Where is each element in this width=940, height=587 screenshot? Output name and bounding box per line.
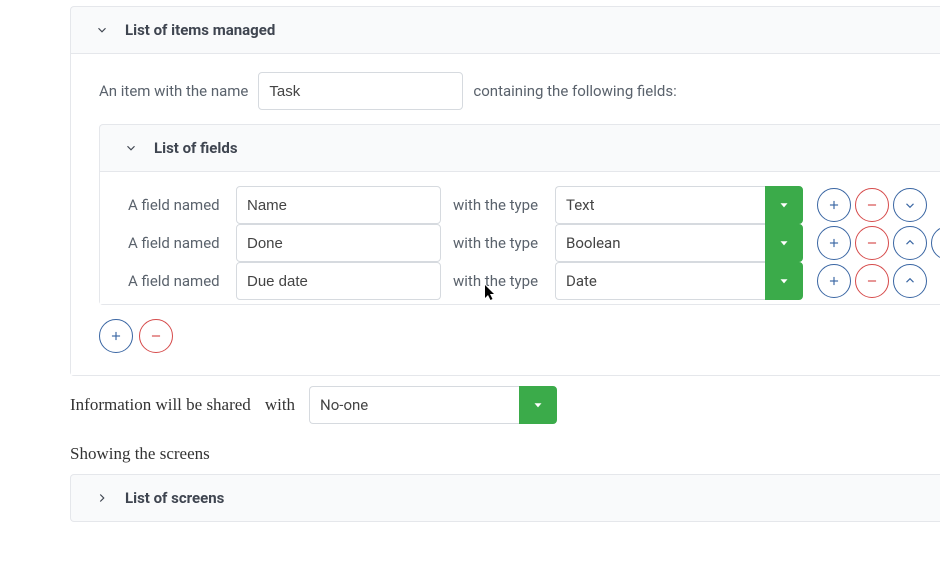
items-managed-title: List of items managed [125,21,275,39]
field-row-actions [811,226,940,260]
field-type-select[interactable]: Text [555,186,803,224]
field-row: A field named with the type Date [100,262,940,300]
field-row-mid: with the type [449,272,547,290]
field-row-actions [811,188,927,222]
field-row: A field named with the type Boolean [100,224,940,262]
field-type-value: Date [555,262,765,300]
add-field-button[interactable] [817,264,851,298]
remove-field-button[interactable] [855,188,889,222]
add-field-button[interactable] [817,188,851,222]
field-type-select[interactable]: Boolean [555,224,803,262]
fields-panel-header[interactable]: List of fields [100,125,940,171]
share-toggle[interactable] [519,386,557,424]
share-select[interactable]: No-one [309,386,557,424]
screens-lead-row: Showing the screens [70,444,940,464]
items-managed-header[interactable]: List of items managed [71,7,940,53]
field-list: A field named with the type Text [100,171,940,304]
field-type-toggle[interactable] [765,224,803,262]
screens-panel-header[interactable]: List of screens [71,475,940,521]
move-up-button[interactable] [893,226,927,260]
share-with: with [265,395,295,415]
screens-lead: Showing the screens [70,444,210,463]
field-row-actions [811,264,927,298]
item-actions [99,319,940,353]
remove-field-button[interactable] [855,226,889,260]
field-type-value: Boolean [555,224,765,262]
add-item-button[interactable] [99,319,133,353]
field-row-mid: with the type [449,196,547,214]
item-sentence-lead: An item with the name [99,82,248,100]
remove-field-button[interactable] [855,264,889,298]
field-row: A field named with the type Text [100,186,940,224]
field-name-input[interactable] [236,262,441,300]
fields-panel-title: List of fields [154,139,238,157]
field-type-toggle[interactable] [765,186,803,224]
field-type-toggle[interactable] [765,262,803,300]
field-type-value: Text [555,186,765,224]
share-value: No-one [309,386,519,424]
item-name-input[interactable] [258,72,463,110]
move-down-button[interactable] [893,188,927,222]
chevron-down-icon [124,141,138,155]
field-row-lead: A field named [128,272,228,290]
screens-panel: List of screens [70,474,940,522]
field-name-input[interactable] [236,224,441,262]
field-name-input[interactable] [236,186,441,224]
add-field-button[interactable] [817,226,851,260]
chevron-right-icon [95,491,109,505]
chevron-down-icon [95,23,109,37]
fields-panel: List of fields A field named with the ty… [99,124,940,305]
item-sentence-trail: containing the following fields: [473,82,676,100]
field-type-select[interactable]: Date [555,262,803,300]
items-managed-body: An item with the name containing the fol… [71,53,940,375]
field-row-lead: A field named [128,234,228,252]
share-lead: Information will be shared [70,395,251,415]
remove-item-button[interactable] [139,319,173,353]
move-up-button[interactable] [893,264,927,298]
items-managed-panel: List of items managed An item with the n… [70,6,940,376]
field-row-lead: A field named [128,196,228,214]
screens-panel-title: List of screens [125,489,224,507]
field-row-mid: with the type [449,234,547,252]
share-sentence: Information will be shared with No-one [70,386,940,424]
move-down-button[interactable] [931,226,940,260]
item-sentence: An item with the name containing the fol… [99,72,940,110]
